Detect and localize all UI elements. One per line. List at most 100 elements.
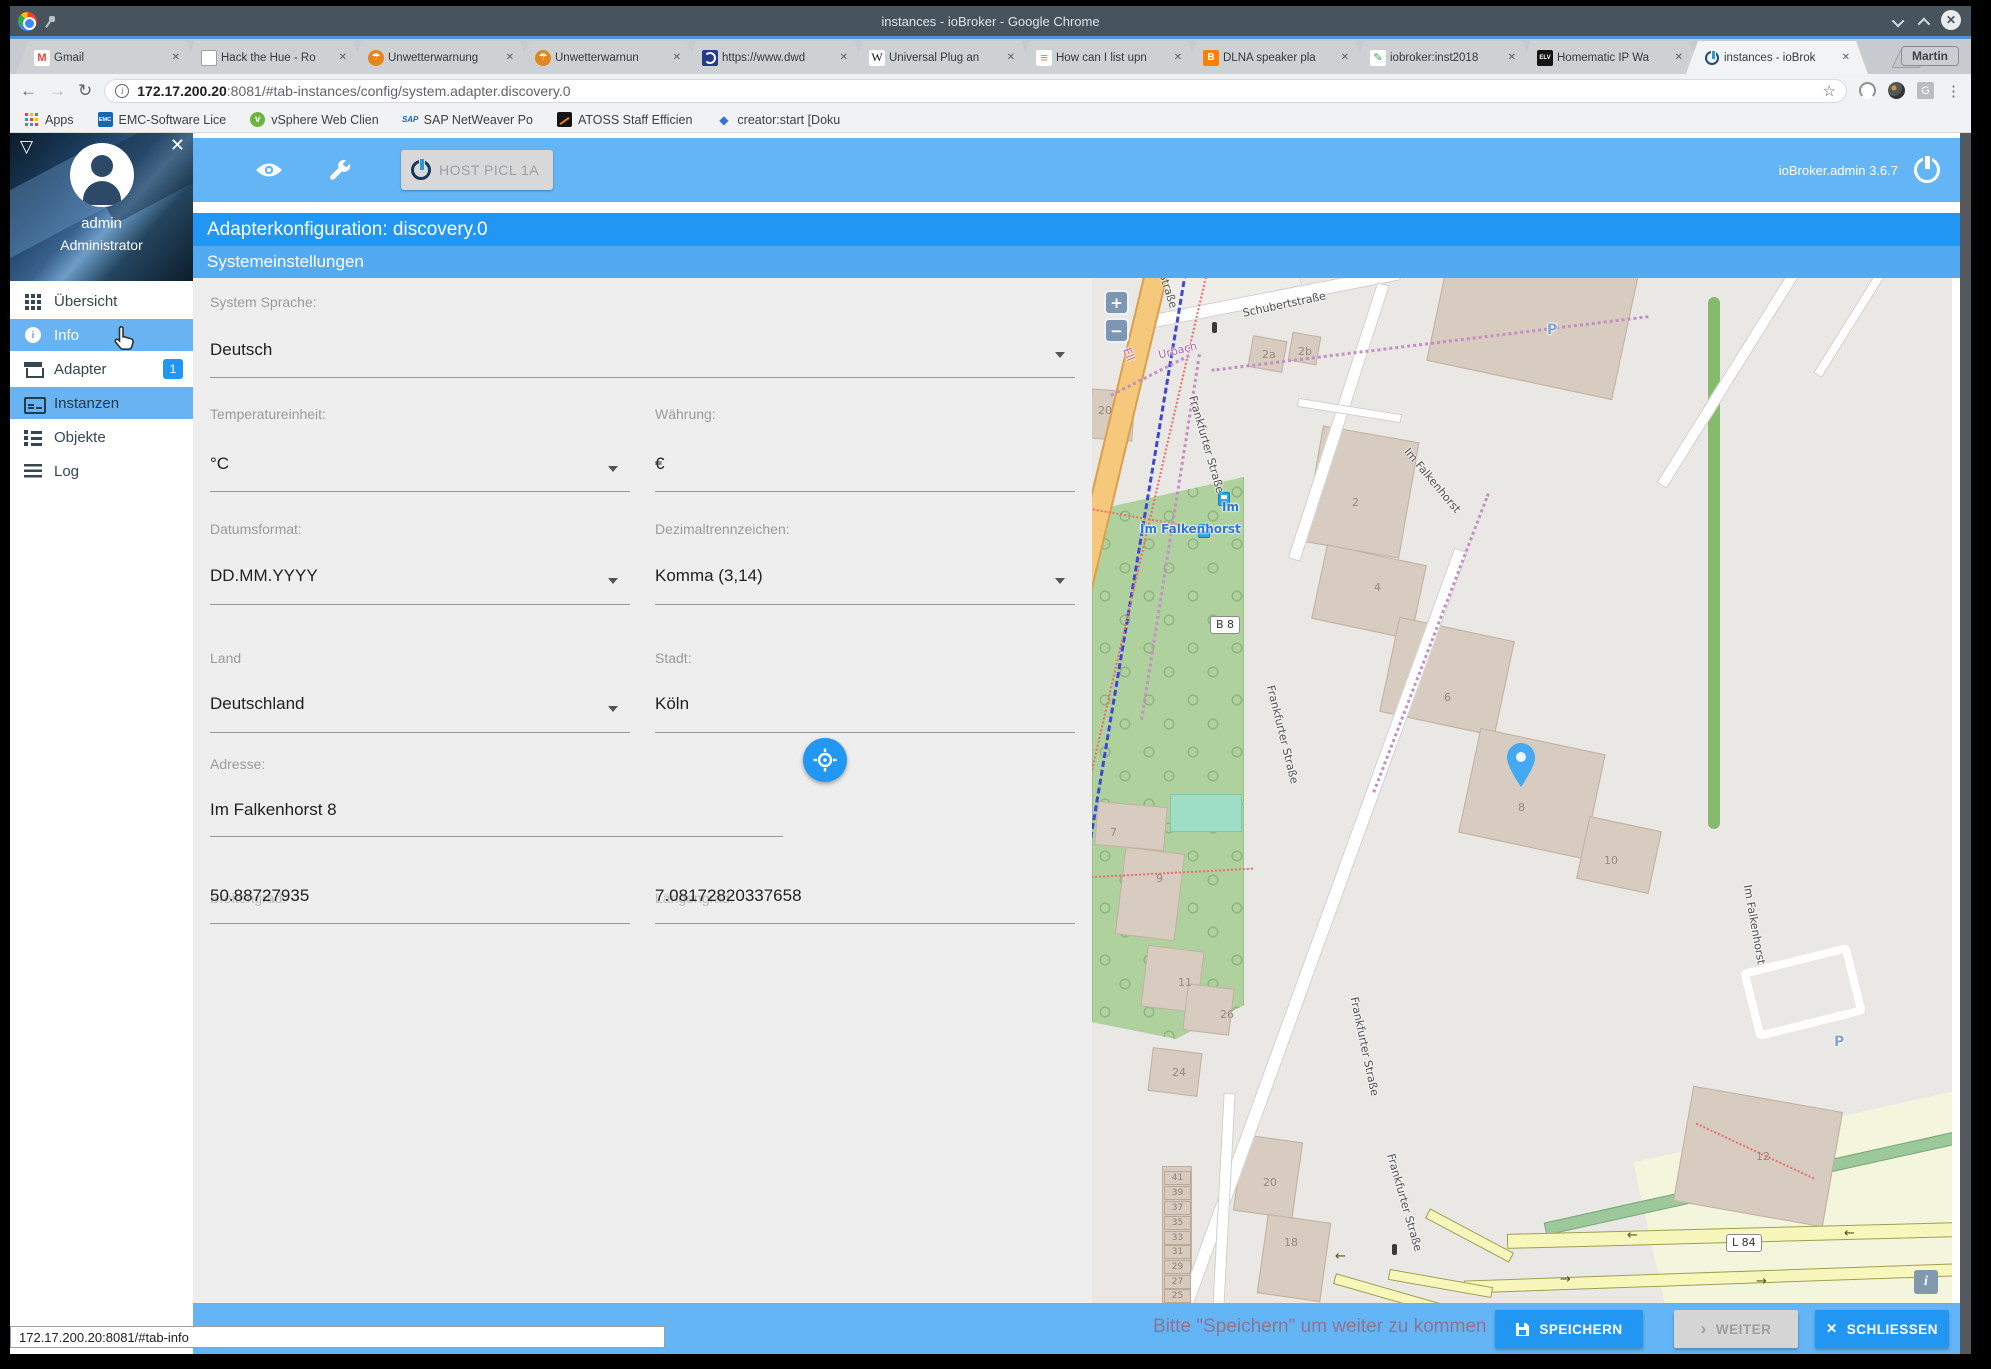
decimal-label: Dezimaltrennzeichen: <box>655 521 790 537</box>
tab-favicon <box>201 50 217 66</box>
sidebar-item[interactable]: Objekte <box>10 421 193 453</box>
sidebar-item-icon <box>24 292 42 310</box>
tab-close-icon[interactable]: ✕ <box>1842 52 1850 63</box>
tab-title: Homematic IP Wa <box>1557 52 1671 64</box>
country-select[interactable]: Deutschland <box>210 694 305 714</box>
map-label: Im <box>1222 500 1239 514</box>
chevron-right-icon: › <box>1701 1319 1707 1339</box>
map-label: 29 <box>1164 1260 1191 1274</box>
zoom-out-button[interactable]: − <box>1104 318 1129 343</box>
tab-close-icon[interactable]: ✕ <box>673 52 681 63</box>
map-marker-icon[interactable] <box>1506 742 1536 788</box>
tab-favicon <box>368 50 384 66</box>
bookmark-item[interactable]: Apps <box>24 112 74 127</box>
chevron-down-icon[interactable] <box>1055 352 1065 358</box>
locate-button[interactable] <box>803 738 847 782</box>
sidebar-item[interactable]: Übersicht <box>10 285 193 317</box>
host-button[interactable]: HOST PICL 1A <box>401 150 553 190</box>
map-label: 7 <box>1110 826 1117 839</box>
extension-icon-3[interactable]: G <box>1917 82 1934 99</box>
browser-tab[interactable]: Universal Plug an ✕ <box>851 41 1033 74</box>
browser-tab[interactable]: instances - ioBrok ✕ <box>1686 41 1868 74</box>
sidebar-item[interactable]: Info <box>10 319 193 351</box>
tab-close-icon[interactable]: ✕ <box>1174 52 1182 63</box>
browser-tab[interactable]: How can I list upn ✕ <box>1018 41 1200 74</box>
zoom-in-button[interactable]: + <box>1104 290 1129 315</box>
tab-close-icon[interactable]: ✕ <box>1675 52 1683 63</box>
config-title-bar: Adapterkonfiguration: discovery.0 <box>193 213 1960 246</box>
temperature-select[interactable]: °C <box>210 454 229 474</box>
save-button[interactable]: SPEICHERN <box>1495 1310 1643 1348</box>
sidebar-close-icon[interactable]: ✕ <box>170 135 185 156</box>
bookmark-item[interactable]: ATOSS Staff Efficien <box>557 112 692 127</box>
latitude-input[interactable]: 50.88727935 <box>210 886 309 906</box>
map-label: 33 <box>1164 1231 1191 1245</box>
bookmark-label: vSphere Web Clien <box>271 113 378 127</box>
sidebar-item[interactable]: Instanzen <box>10 387 193 419</box>
tab-close-icon[interactable]: ✕ <box>840 52 848 63</box>
city-input[interactable]: Köln <box>655 694 689 714</box>
map-label: 25 <box>1164 1289 1191 1303</box>
window-maximize-icon[interactable] <box>1918 17 1931 30</box>
browser-tab[interactable]: Unwetterwarnung ✕ <box>350 41 532 74</box>
tab-close-icon[interactable]: ✕ <box>339 52 347 63</box>
extension-icon-2[interactable] <box>1888 82 1905 99</box>
tab-close-icon[interactable]: ✕ <box>1341 52 1349 63</box>
close-button[interactable]: ✕ SCHLIESSEN <box>1815 1310 1949 1348</box>
chevron-down-icon[interactable] <box>608 578 618 584</box>
window-close-icon[interactable]: ✕ <box>1941 10 1961 30</box>
chevron-down-icon[interactable] <box>1055 578 1065 584</box>
browser-tab[interactable]: Gmail ✕ <box>16 41 198 74</box>
decimal-select[interactable]: Komma (3,14) <box>655 566 763 586</box>
map-label: ← <box>1627 1228 1638 1243</box>
browser-tab[interactable]: Homematic IP Wa ✕ <box>1519 41 1701 74</box>
collapse-icon[interactable]: ▽ <box>20 137 33 157</box>
forward-icon[interactable]: → <box>49 81 66 101</box>
page-scrollbar[interactable] <box>1960 133 1971 1354</box>
sidebar-item-icon <box>24 462 42 480</box>
tab-close-icon[interactable]: ✕ <box>1508 52 1516 63</box>
chevron-down-icon[interactable] <box>608 706 618 712</box>
window-titlebar: instances - ioBroker - Google Chrome ✕ <box>10 6 1971 36</box>
bookmark-item[interactable]: vSphere Web Clien <box>250 112 378 127</box>
back-icon[interactable]: ← <box>20 81 37 101</box>
tab-close-icon[interactable]: ✕ <box>1007 52 1015 63</box>
bookmark-item[interactable]: EMC-Software Lice <box>98 112 227 127</box>
page-info-icon[interactable]: i <box>115 84 129 98</box>
reload-icon[interactable]: ↻ <box>78 81 92 101</box>
map[interactable]: StraßeSchubertstraßeUrbachEllFrankfurter… <box>1092 278 1952 1303</box>
map-label: 2a <box>1262 348 1276 361</box>
browser-tab[interactable]: https://www.dwd ✕ <box>684 41 866 74</box>
bookmark-item[interactable]: SAP NetWeaver Po <box>403 112 533 127</box>
address-input[interactable]: Im Falkenhorst 8 <box>210 800 337 820</box>
chevron-down-icon[interactable] <box>608 466 618 472</box>
tab-close-icon[interactable]: ✕ <box>172 52 180 63</box>
url-text[interactable]: 172.17.200.20:8081/#tab-instances/config… <box>137 83 1814 99</box>
browser-tab[interactable]: DLNA speaker pla ✕ <box>1185 41 1367 74</box>
map-info-button[interactable]: i <box>1914 1270 1938 1294</box>
sidebar-item[interactable]: Log <box>10 455 193 487</box>
profile-chip[interactable]: Martin <box>1901 46 1959 66</box>
map-road <box>1813 278 1901 378</box>
extension-icon-1[interactable] <box>1859 82 1876 99</box>
browser-tab[interactable]: Hack the Hue - Ro ✕ <box>183 41 365 74</box>
dateformat-select[interactable]: DD.MM.YYYY <box>210 566 318 586</box>
url-bar[interactable]: i 172.17.200.20:8081/#tab-instances/conf… <box>104 79 1847 103</box>
browser-tab[interactable]: Unwetterwarnun ✕ <box>517 41 699 74</box>
language-select[interactable]: Deutsch <box>210 340 272 360</box>
map-zoom-controls: + − <box>1104 290 1129 343</box>
chrome-menu-icon[interactable]: ⋮ <box>1946 82 1961 100</box>
bookmark-star-icon[interactable]: ☆ <box>1823 82 1836 100</box>
bookmark-item[interactable]: creator:start [Doku <box>716 112 840 127</box>
wrench-icon[interactable] <box>329 159 351 181</box>
sidebar-item[interactable]: Adapter 1 <box>10 353 193 385</box>
map-label: 41 <box>1164 1171 1191 1185</box>
tab-close-icon[interactable]: ✕ <box>506 52 514 63</box>
map-label: P <box>1834 1034 1844 1050</box>
longitude-input[interactable]: 7.08172820337658 <box>655 886 802 906</box>
next-button[interactable]: › WEITER <box>1674 1310 1798 1348</box>
eye-icon[interactable] <box>255 161 283 179</box>
browser-tab[interactable]: iobroker:inst2018 ✕ <box>1352 41 1534 74</box>
currency-input[interactable]: € <box>655 454 664 474</box>
next-button-label: WEITER <box>1716 1322 1772 1337</box>
